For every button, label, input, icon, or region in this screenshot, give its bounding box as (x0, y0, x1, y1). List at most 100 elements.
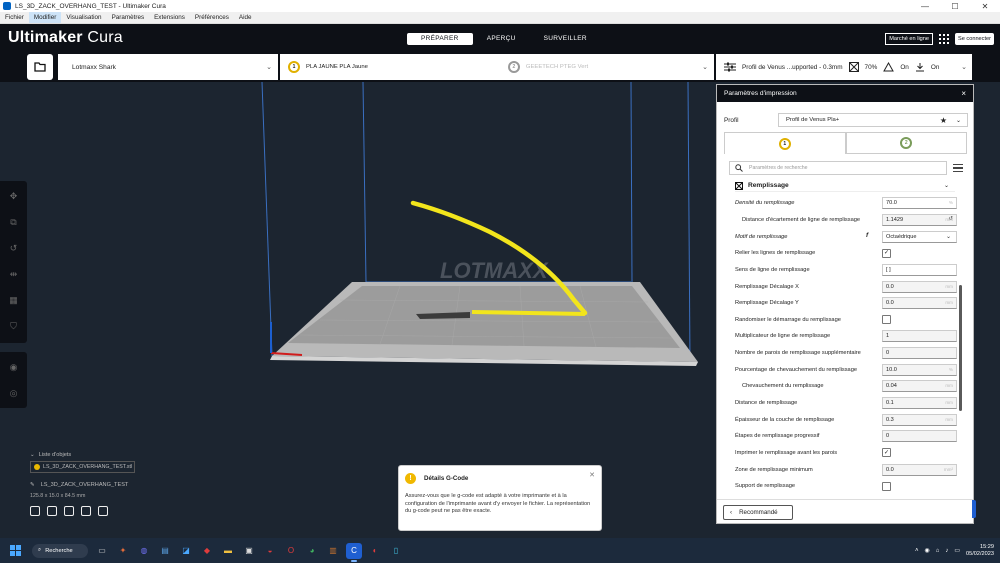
chevron-up-icon[interactable]: ˄ (915, 548, 919, 554)
app-icon[interactable]: ◐ (367, 543, 383, 559)
setting-row: Nombre de parois de remplissage suppléme… (735, 345, 957, 362)
app-icon[interactable]: ▤ (157, 543, 173, 559)
mirror-icon[interactable]: ⇹ (7, 267, 21, 281)
extruder-2-select-icon[interactable]: ◎ (7, 386, 21, 400)
setting-input[interactable]: 0.04 mm (882, 380, 957, 393)
settings-search-row: Paramètres de recherche (729, 161, 963, 175)
job-name[interactable]: ✎ LS_3D_ZACK_OVERHANG_TEST (30, 482, 200, 488)
app-icon[interactable]: ◆ (199, 543, 215, 559)
rotate-icon[interactable]: ↺ (7, 241, 21, 255)
network-icon[interactable]: ⌂ (936, 548, 940, 554)
tab-apercu[interactable]: APERÇU (473, 33, 530, 45)
per-model-settings-icon[interactable]: ▦ (7, 293, 21, 307)
setting-input[interactable]: 0.0 mm² (882, 463, 957, 476)
slice-button-edge[interactable] (972, 500, 976, 518)
reset-icon[interactable]: ↺ (948, 216, 953, 222)
setting-unit: % (948, 200, 953, 206)
settings-visibility-menu-icon[interactable] (953, 163, 963, 173)
view-left-icon[interactable] (81, 506, 91, 516)
menu-aide[interactable]: Aide (234, 12, 257, 23)
app-icon[interactable]: ◒ (262, 543, 278, 559)
setting-input[interactable]: 1 (882, 330, 957, 343)
minimize-button[interactable]: — (910, 0, 940, 12)
app-icon[interactable]: ▯ (388, 543, 404, 559)
move-icon[interactable]: ✥ (7, 189, 21, 203)
menu-extensions[interactable]: Extensions (149, 12, 190, 23)
setting-input[interactable]: 0.3 mm (882, 413, 957, 426)
maximize-button[interactable]: ☐ (940, 0, 970, 12)
tray-app-icon[interactable]: ◉ (924, 547, 929, 554)
menu-preferences[interactable]: Préférences (190, 12, 234, 23)
close-window-button[interactable]: ✕ (970, 0, 1000, 12)
open-file-button[interactable] (27, 54, 53, 80)
view-front-icon[interactable] (47, 506, 57, 516)
object-list-toggle[interactable]: ⌄ Liste d'objets (30, 452, 200, 458)
setting-input[interactable]: 0 (882, 430, 957, 443)
view-right-icon[interactable] (98, 506, 108, 516)
app-icon[interactable]: ✦ (115, 543, 131, 559)
menu-fichier[interactable]: Fichier (0, 12, 29, 23)
setting-dropdown[interactable]: Octaédrique ⌄ (882, 230, 957, 243)
setting-row: Support de remplissage (735, 478, 957, 495)
material-selector[interactable]: 1 PLA JAUNE PLA Jaune 2 GEEETECH PTEG Ve… (280, 54, 714, 80)
menu-parametres[interactable]: Paramètres (107, 12, 150, 23)
tab-extruder-2[interactable]: 2 (845, 132, 967, 154)
setting-row: Étapes de remplissage progressif 0 (735, 428, 957, 445)
setting-input[interactable]: 0.0 mm (882, 280, 957, 293)
profile-dropdown[interactable]: Profil de Venus Pla+ ★ ⌄ (778, 113, 968, 127)
model-base-bar[interactable] (471, 310, 586, 316)
list-item[interactable]: LS_3D_ZACK_OVERHANG_TEST.stl (30, 461, 135, 473)
teams-icon[interactable]: ◍ (136, 543, 152, 559)
menu-visualisation[interactable]: Visualisation (61, 12, 106, 23)
marketplace-button[interactable]: Marché en ligne (885, 33, 934, 45)
app-icon[interactable]: ▥ (325, 543, 341, 559)
close-icon[interactable]: ✕ (589, 471, 595, 479)
tab-surveiller[interactable]: SURVEILLER (530, 33, 601, 45)
file-explorer-icon[interactable]: ▬ (220, 543, 236, 559)
opera-icon[interactable]: O (283, 543, 299, 559)
tab-extruder-1[interactable]: 1 (724, 132, 846, 154)
category-infill-header[interactable]: Remplissage ⌄ (735, 180, 955, 192)
view-top-icon[interactable] (64, 506, 74, 516)
apps-grid-icon[interactable] (939, 34, 950, 44)
chrome-icon[interactable]: ◕ (304, 543, 320, 559)
setting-input[interactable]: 0 (882, 347, 957, 360)
gcode-message: Assurez-vous que le g-code est adapté à … (405, 493, 591, 514)
function-icon[interactable]: f (866, 232, 868, 239)
app-icon[interactable]: ◪ (178, 543, 194, 559)
support-blocker-icon[interactable]: ⛉ (7, 319, 21, 333)
settings-list: Densité du remplissage 70.0% Distance d'éc… (735, 195, 957, 495)
setting-input[interactable]: 0.0 mm (882, 297, 957, 310)
task-view-icon[interactable]: ▭ (94, 543, 110, 559)
setting-input[interactable]: 10.0% (882, 363, 957, 376)
extruder-1-select-icon[interactable]: ◉ (7, 360, 21, 374)
setting-input[interactable]: 0.1 mm (882, 397, 957, 409)
setting-checkbox[interactable]: ✓ (882, 448, 891, 458)
settings-scrollbar[interactable] (959, 285, 962, 411)
close-icon[interactable]: × (961, 89, 966, 98)
printer-selector[interactable]: Lotmaxx Shark ⌄ (58, 54, 278, 80)
setting-input[interactable]: 70.0% (882, 197, 957, 210)
recommended-button[interactable]: ‹ Recommandé (723, 505, 793, 520)
chevron-down-icon: ⌄ (943, 183, 949, 189)
setting-input[interactable]: 1.1429 mm ↺ (882, 213, 957, 226)
setting-input[interactable]: [ ] (882, 263, 957, 276)
cura-taskbar-icon[interactable]: C (346, 542, 362, 562)
scale-icon[interactable]: ⧉ (7, 215, 21, 229)
tab-preparer[interactable]: PRÉPARER (407, 33, 473, 45)
setting-checkbox[interactable] (882, 315, 891, 325)
menu-modifier[interactable]: Modifier (28, 12, 62, 23)
taskbar-search[interactable]: ⌕ Recherche (32, 543, 88, 558)
view-3d-icon[interactable] (30, 506, 40, 516)
star-icon[interactable]: ★ (940, 116, 947, 125)
print-settings-selector[interactable]: Profil de Venus ...upported - 0.3mm 70% … (716, 54, 972, 80)
app-icon[interactable]: ▣ (241, 543, 257, 559)
clock[interactable]: 15:29 05/02/2023 (966, 544, 994, 558)
windows-start-icon[interactable] (10, 544, 22, 557)
setting-checkbox[interactable] (882, 481, 891, 491)
signin-button[interactable]: Se connecter (955, 33, 994, 45)
battery-icon[interactable]: ▭ (954, 547, 960, 554)
setting-checkbox[interactable]: ✓ (882, 248, 891, 258)
settings-search-input[interactable]: Paramètres de recherche (729, 161, 947, 175)
volume-icon[interactable]: ♪ (945, 548, 948, 554)
